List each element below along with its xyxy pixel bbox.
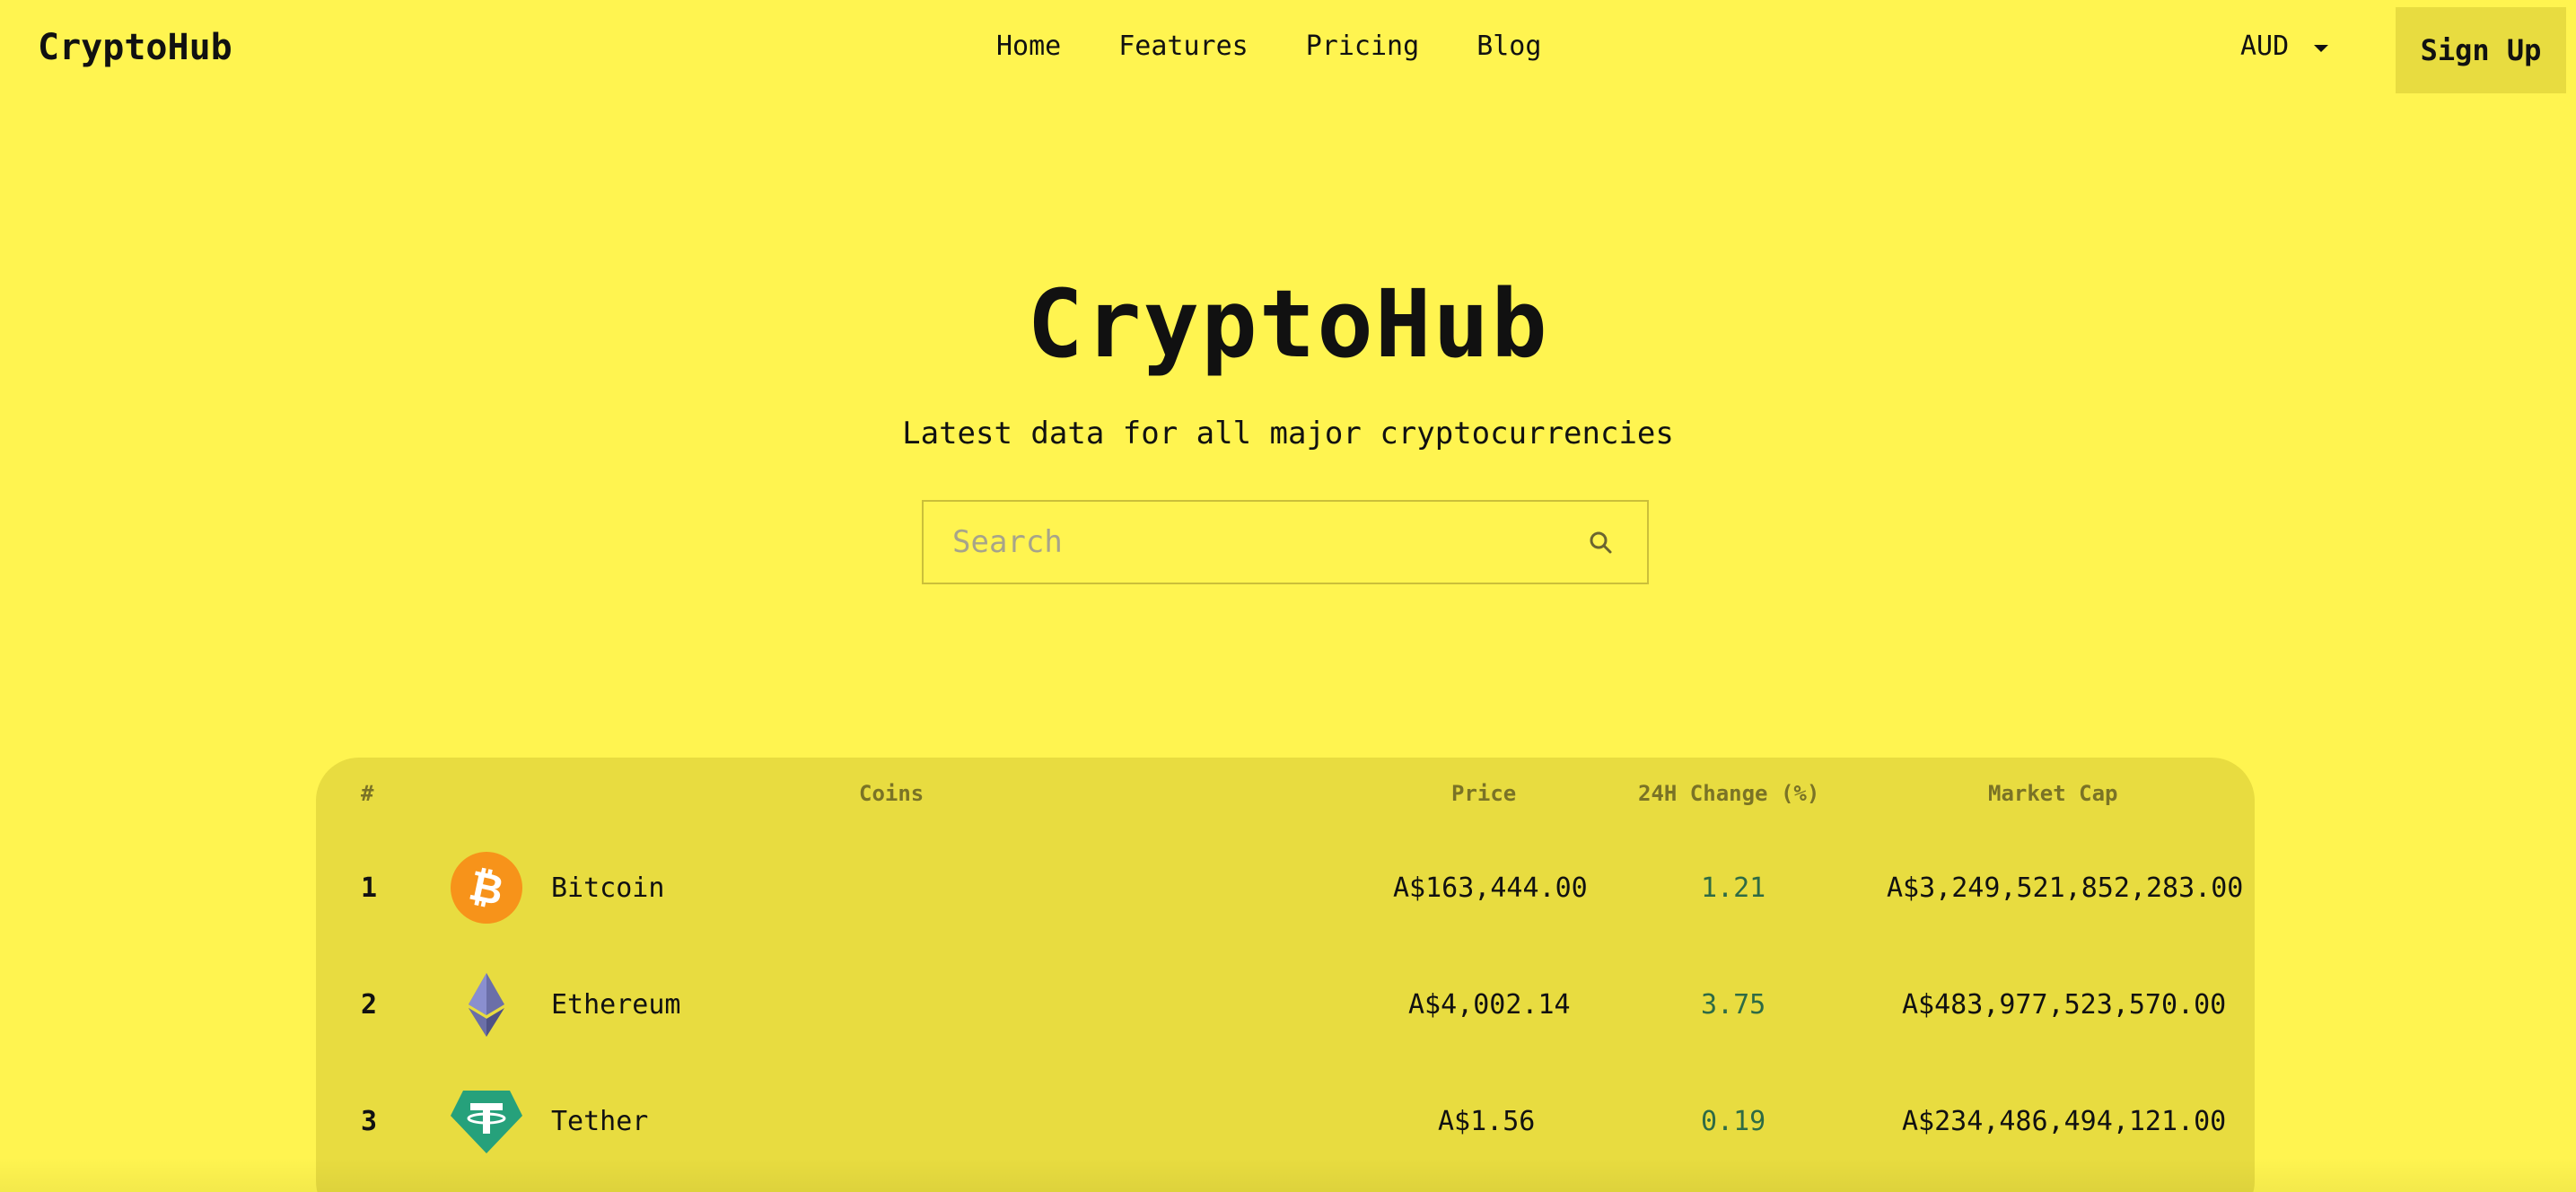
table-row[interactable]: 1 ₿ Bitcoin A$163,444.00 1.21 A$3,249,52… — [316, 829, 2255, 946]
search-icon[interactable] — [1573, 515, 1627, 569]
search-box — [922, 500, 1649, 584]
top-navbar: CryptoHub Home Features Pricing Blog AUD… — [0, 0, 2576, 99]
table-row[interactable]: 2 Ethereum A$4,002.14 3.75 A$483,977,523… — [316, 946, 2255, 1063]
coin-name: Bitcoin — [551, 872, 665, 904]
nav-pricing[interactable]: Pricing — [1306, 31, 1419, 62]
bottom-shadow — [0, 1158, 2576, 1192]
nav-blog[interactable]: Blog — [1476, 31, 1541, 62]
main-nav: Home Features Pricing Blog — [996, 31, 1599, 62]
coin-24h-change: 0.19 — [1701, 1106, 1766, 1137]
row-rank: 3 — [361, 1106, 378, 1137]
header-24h-change: 24H Change (%) — [1638, 781, 1820, 806]
currency-value: AUD — [2240, 31, 2290, 62]
row-rank: 2 — [361, 989, 378, 1021]
currency-select[interactable]: AUD — [2240, 31, 2329, 62]
tether-icon — [451, 1085, 522, 1157]
bitcoin-icon: ₿ — [451, 852, 522, 924]
header-rank: # — [361, 781, 374, 806]
coin-price: A$1.56 — [1438, 1106, 1536, 1137]
coin-market-cap: A$483,977,523,570.00 — [1902, 989, 2227, 1021]
search-input[interactable] — [924, 502, 1573, 583]
header-coins: Coins — [859, 781, 924, 806]
hero-title: CryptoHub — [1027, 269, 1549, 379]
caret-down-icon — [2314, 44, 2329, 52]
coin-price: A$163,444.00 — [1393, 872, 1588, 904]
coin-24h-change: 3.75 — [1701, 989, 1766, 1021]
coin-name: Tether — [551, 1106, 649, 1137]
page: CryptoHub Home Features Pricing Blog AUD… — [0, 0, 2576, 1192]
coin-market-cap: A$234,486,494,121.00 — [1902, 1106, 2227, 1137]
coin-24h-change: 1.21 — [1701, 872, 1766, 904]
nav-features[interactable]: Features — [1118, 31, 1249, 62]
sign-up-button[interactable]: Sign Up — [2396, 7, 2566, 93]
coin-market-cap: A$3,249,521,852,283.00 — [1887, 872, 2244, 904]
coin-price: A$4,002.14 — [1408, 989, 1571, 1021]
brand-logo[interactable]: CryptoHub — [38, 27, 232, 68]
ethereum-icon — [451, 968, 522, 1040]
header-price: Price — [1451, 781, 1517, 806]
nav-home[interactable]: Home — [996, 31, 1061, 62]
coin-name: Ethereum — [551, 989, 681, 1021]
row-rank: 1 — [361, 872, 378, 904]
hero-subtitle: Latest data for all major cryptocurrenci… — [902, 416, 1674, 451]
header-market-cap: Market Cap — [1988, 781, 2118, 806]
